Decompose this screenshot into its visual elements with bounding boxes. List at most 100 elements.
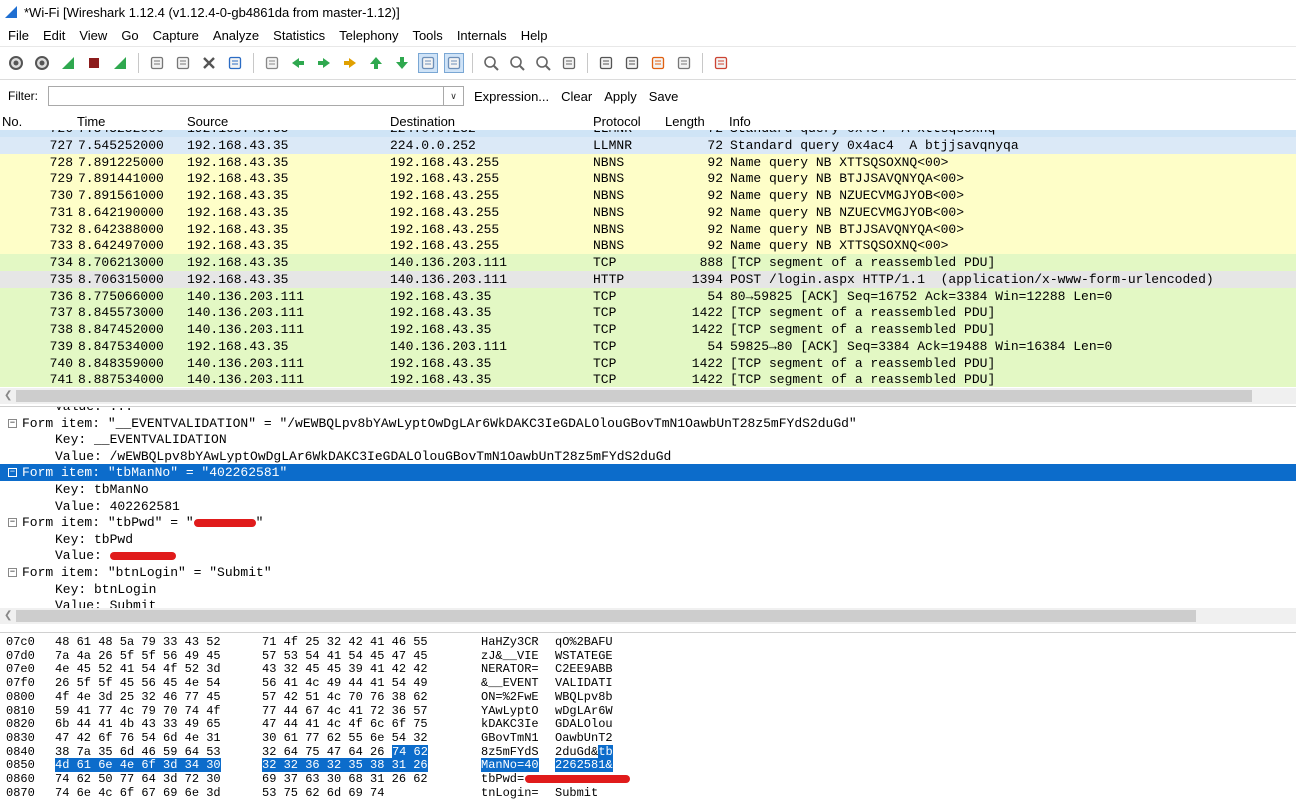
detail-row[interactable]: Value:	[0, 547, 1296, 564]
go-forward-icon[interactable]	[314, 53, 334, 73]
scrollbar-thumb[interactable]	[16, 610, 1196, 622]
byte-row[interactable]: 0850 4d 61 6e 4e 6f 3d 34 30 32 32 36 32 3…	[0, 758, 700, 773]
detail-row[interactable]: Key: tbPwd	[0, 531, 1296, 548]
help-icon[interactable]	[711, 53, 731, 73]
packet-row[interactable]: 737 8.845573000 140.136.203.111 192.168.43.…	[0, 304, 1296, 322]
byte-row[interactable]: 0840 38 7a 35 6d 46 59 64 53 32 64 75 47 6…	[0, 744, 700, 759]
menu-tools[interactable]: Tools	[405, 28, 449, 43]
menu-analyze[interactable]: Analyze	[206, 28, 266, 43]
zoom-in-icon[interactable]	[481, 53, 501, 73]
packet-row[interactable]: 730 7.891561000 192.168.43.35 192.168.43.25…	[0, 187, 1296, 204]
restart-capture-icon[interactable]	[110, 53, 130, 73]
go-last-icon[interactable]	[392, 53, 412, 73]
packet-row[interactable]: 736 8.775066000 140.136.203.111 192.168.43.…	[0, 287, 1296, 305]
auto-scroll-icon[interactable]	[444, 53, 464, 73]
column-header-protocol[interactable]: Protocol	[593, 114, 641, 129]
column-header-destination[interactable]: Destination	[390, 114, 455, 129]
menu-file[interactable]: File	[0, 28, 36, 43]
detail-row[interactable]: − Form item: "tbPwd" = " "	[0, 514, 1296, 531]
byte-row[interactable]: 07f0 26 5f 5f 45 56 45 4e 54 56 41 4c 49 4…	[0, 676, 700, 690]
menu-statistics[interactable]: Statistics	[266, 28, 332, 43]
packet-bytes-pane[interactable]: 07c0 48 61 48 5a 79 33 43 52 71 4f 25 32 4…	[0, 632, 1296, 811]
packet-row[interactable]: 734 8.706213000 192.168.43.35 140.136.203.1…	[0, 254, 1296, 271]
coloring-rules-icon[interactable]	[648, 53, 668, 73]
packet-row[interactable]: 738 8.847452000 140.136.203.111 192.168.43.…	[0, 321, 1296, 338]
detail-row[interactable]: − Form item: "btnLogin" = "Submit"	[0, 564, 1296, 581]
packet-row[interactable]: 729 7.891441000 192.168.43.35 192.168.43.25…	[0, 170, 1296, 188]
save-button[interactable]: Save	[647, 89, 681, 104]
packet-row[interactable]: 728 7.891225000 192.168.43.35 192.168.43.25…	[0, 153, 1296, 171]
menu-view[interactable]: View	[72, 28, 114, 43]
column-header-time[interactable]: Time	[77, 114, 105, 129]
byte-row[interactable]: 0860 74 62 50 77 64 3d 72 30 69 37 63 30 6…	[0, 772, 700, 786]
go-first-icon[interactable]	[366, 53, 386, 73]
collapse-toggle-icon[interactable]: −	[8, 468, 17, 478]
byte-row[interactable]: 0870 74 6e 4c 6f 67 69 6e 3d 53 75 62 6d 6…	[0, 786, 700, 800]
expression-button[interactable]: Expression...	[472, 89, 551, 104]
column-header-length[interactable]: Length	[665, 114, 705, 129]
scroll-left-icon[interactable]: ❮	[4, 610, 12, 621]
collapse-toggle-icon[interactable]: −	[8, 418, 17, 428]
menu-telephony[interactable]: Telephony	[332, 28, 405, 43]
capture-options-icon[interactable]	[32, 53, 52, 73]
close-file-icon[interactable]	[199, 53, 219, 73]
interface-list-icon[interactable]	[6, 53, 26, 73]
packet-row[interactable]: 732 8.642388000 192.168.43.35 192.168.43.25…	[0, 220, 1296, 238]
packet-list[interactable]: 7267.545252000192.168.43.35224.0.0.252LL…	[0, 130, 1296, 387]
packet-list-horizontal-scrollbar[interactable]: ❮	[0, 388, 1296, 404]
packet-row[interactable]: 727 7.545252000 192.168.43.35 224.0.0.252 LL…	[0, 136, 1296, 154]
packet-row[interactable]: 741 8.887534000 140.136.203.111 192.168.43.…	[0, 371, 1296, 387]
resize-columns-icon[interactable]	[559, 53, 579, 73]
open-file-icon[interactable]	[147, 53, 167, 73]
apply-button[interactable]: Apply	[602, 89, 639, 104]
collapse-toggle-icon[interactable]: −	[8, 568, 17, 578]
packet-row[interactable]: 740 8.848359000 140.136.203.111 192.168.43.…	[0, 354, 1296, 372]
packet-row[interactable]: 733 8.642497000 192.168.43.35 192.168.43.25…	[0, 237, 1296, 255]
detail-row-selected[interactable]: − Form item: "tbManNo" = "402262581"	[0, 464, 1296, 482]
packet-row[interactable]: 739 8.847534000 192.168.43.35 140.136.203.1…	[0, 337, 1296, 355]
detail-row[interactable]: Key: __EVENTVALIDATION	[0, 431, 1296, 448]
zoom-normal-icon[interactable]	[533, 53, 553, 73]
detail-row[interactable]: Key: tbManNo	[0, 481, 1296, 498]
packet-row[interactable]: 735 8.706315000 192.168.43.35 140.136.203.1…	[0, 270, 1296, 288]
column-header-info[interactable]: Info	[729, 114, 751, 129]
byte-row[interactable]: 0820 6b 44 41 4b 43 33 49 65 47 44 41 4c 4…	[0, 717, 700, 731]
byte-row[interactable]: 0830 47 42 6f 76 54 6d 4e 31 30 61 77 62 5…	[0, 731, 700, 745]
start-capture-icon[interactable]	[58, 53, 78, 73]
byte-row[interactable]: 07d0 7a 4a 26 5f 5f 56 49 45 57 53 54 41 5…	[0, 649, 700, 663]
detail-row[interactable]: Value: 402262581	[0, 498, 1296, 515]
byte-row[interactable]: 07e0 4e 45 52 41 54 4f 52 3d 43 32 45 45 3…	[0, 662, 700, 676]
byte-row[interactable]: 0800 4f 4e 3d 25 32 46 77 45 57 42 51 4c 7…	[0, 690, 700, 704]
save-file-icon[interactable]	[173, 53, 193, 73]
menu-internals[interactable]: Internals	[450, 28, 514, 43]
packet-details-pane[interactable]: Value: ... − Form item: "__EVENTVALIDATION…	[0, 406, 1296, 609]
detail-row[interactable]: Key: btnLogin	[0, 581, 1296, 598]
details-horizontal-scrollbar[interactable]: ❮	[0, 608, 1296, 624]
byte-row[interactable]: 0810 59 41 77 4c 79 70 74 4f 77 44 67 4c 4…	[0, 704, 700, 718]
collapse-toggle-icon[interactable]: −	[8, 518, 17, 528]
display-filters-icon[interactable]	[622, 53, 642, 73]
menu-go[interactable]: Go	[114, 28, 145, 43]
colorize-icon[interactable]	[418, 53, 438, 73]
find-icon[interactable]	[262, 53, 282, 73]
go-to-packet-icon[interactable]	[340, 53, 360, 73]
column-header-no[interactable]: No.	[2, 114, 22, 129]
detail-row[interactable]: Value: /wEWBQLpv8bYAwLyptOwDgLAr6WkDAKC3…	[0, 448, 1296, 465]
display-filter-input[interactable]	[48, 86, 444, 106]
menu-edit[interactable]: Edit	[36, 28, 72, 43]
capture-filters-icon[interactable]	[596, 53, 616, 73]
packet-row[interactable]: 731 8.642190000 192.168.43.35 192.168.43.25…	[0, 203, 1296, 221]
scroll-left-icon[interactable]: ❮	[4, 390, 12, 401]
reload-icon[interactable]	[225, 53, 245, 73]
scrollbar-thumb[interactable]	[16, 390, 1252, 402]
detail-row[interactable]: − Form item: "__EVENTVALIDATION" = "/wEWB…	[0, 415, 1296, 432]
zoom-out-icon[interactable]	[507, 53, 527, 73]
menu-capture[interactable]: Capture	[146, 28, 206, 43]
filter-dropdown-button[interactable]: ∨	[444, 86, 464, 106]
stop-capture-icon[interactable]	[84, 53, 104, 73]
preferences-icon[interactable]	[674, 53, 694, 73]
go-back-icon[interactable]	[288, 53, 308, 73]
byte-row[interactable]: 07c0 48 61 48 5a 79 33 43 52 71 4f 25 32 4…	[0, 635, 700, 649]
column-header-source[interactable]: Source	[187, 114, 228, 129]
menu-help[interactable]: Help	[514, 28, 555, 43]
